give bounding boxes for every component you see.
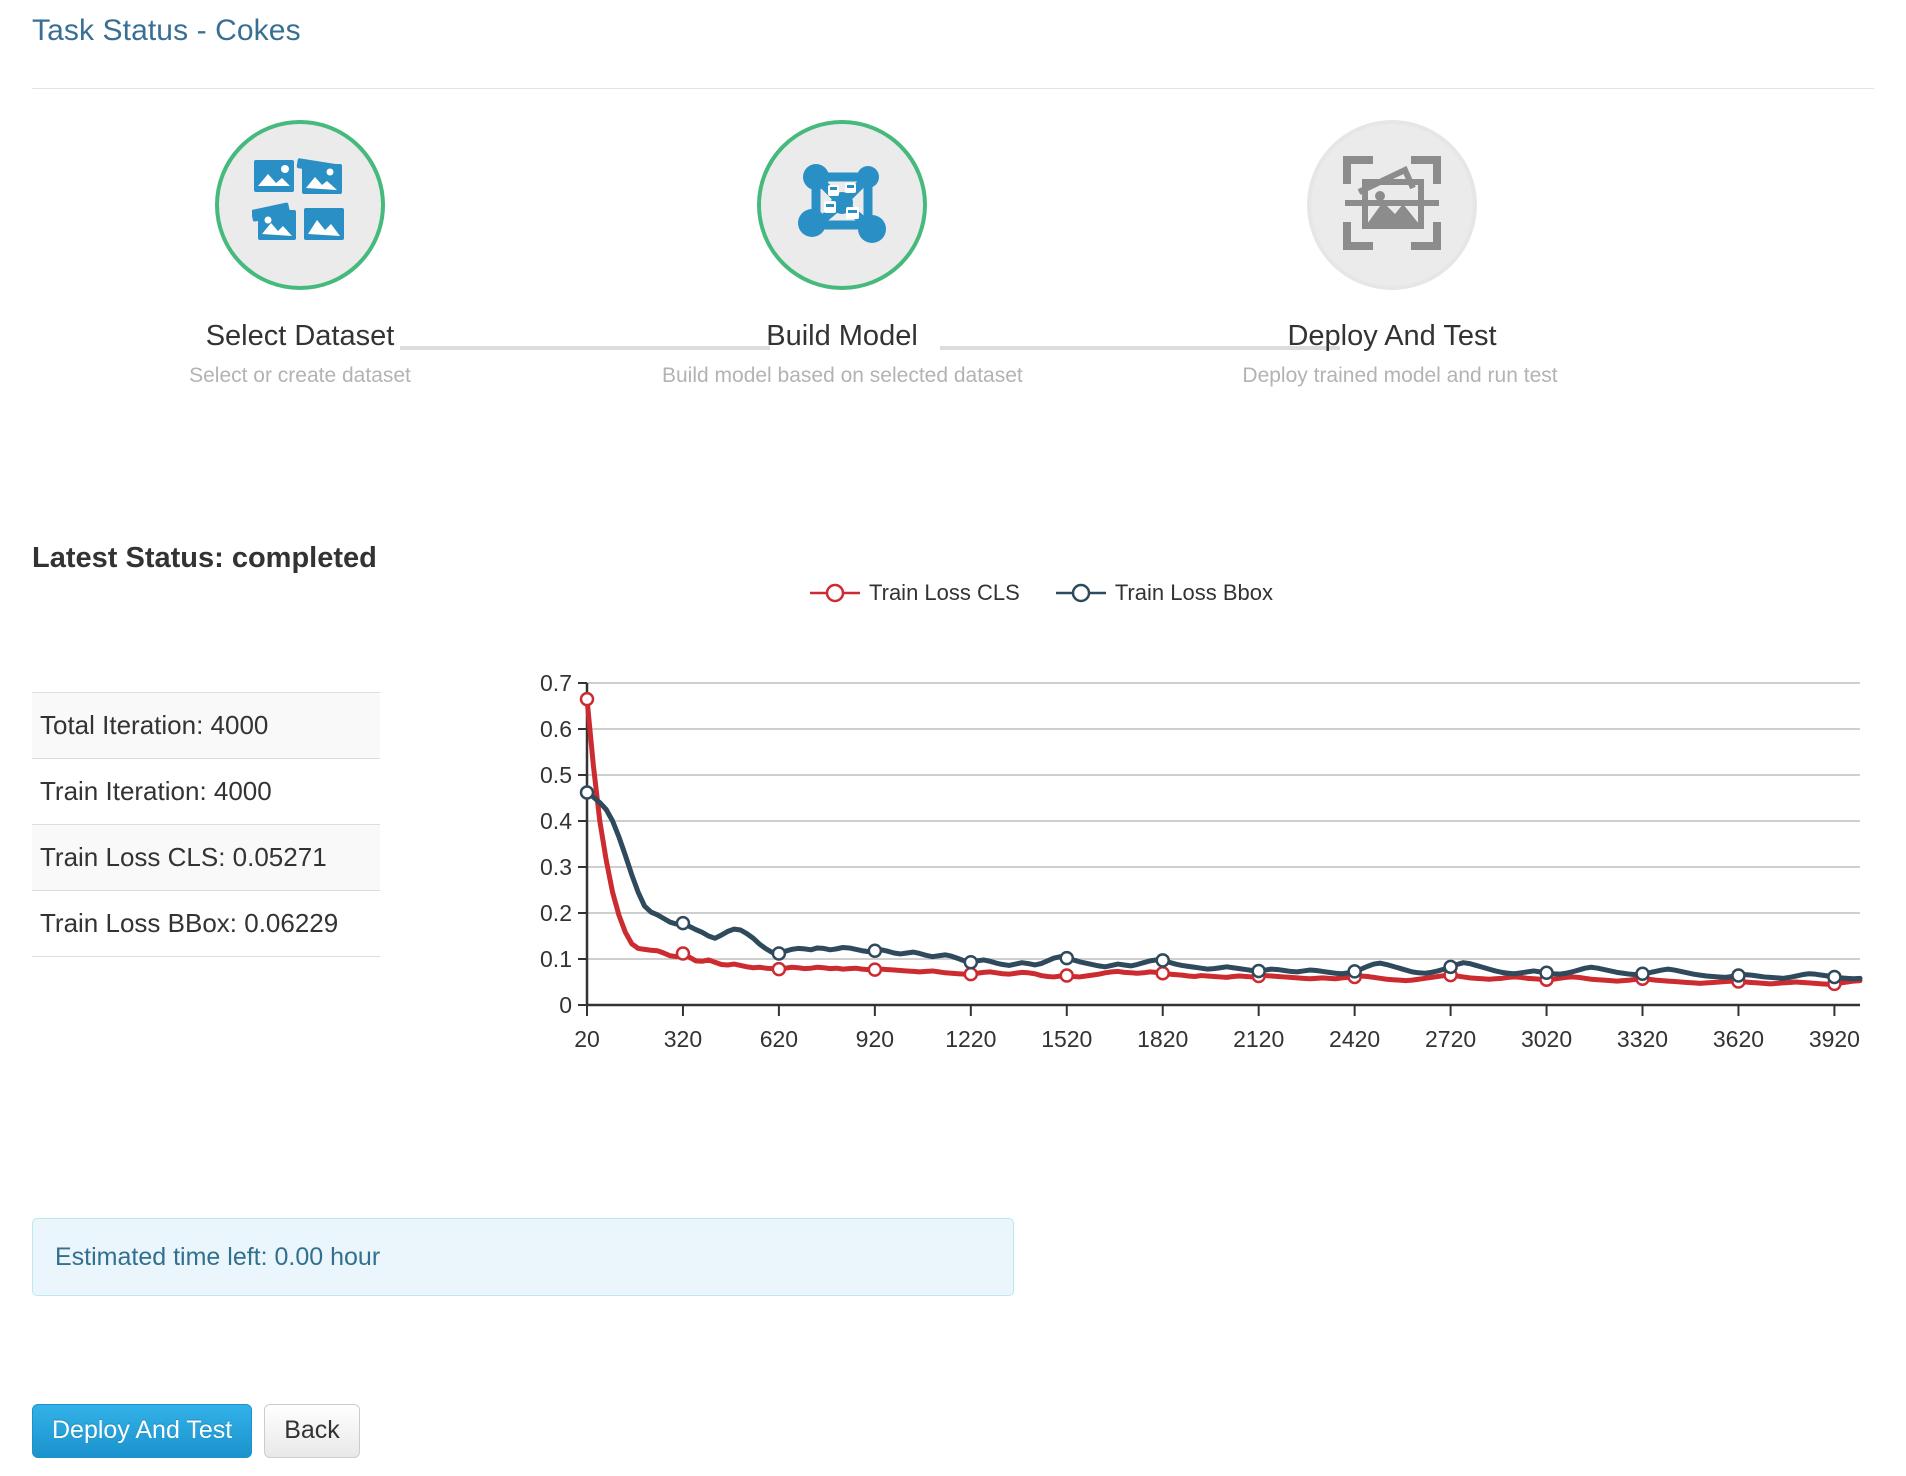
svg-text:0.2: 0.2 (540, 900, 572, 926)
step-3-circle (1307, 120, 1477, 290)
step-3-name: Deploy And Test (1287, 320, 1497, 352)
estimated-time-alert: Estimated time left: 0.00 hour (32, 1218, 1014, 1296)
step-1-circle (215, 120, 385, 290)
svg-text:3320: 3320 (1617, 1026, 1668, 1052)
info-row-train-loss-cls: Train Loss CLS: 0.05271 (32, 823, 380, 891)
legend-label-cls: Train Loss CLS (869, 580, 1020, 605)
step-2-name: Build Model (766, 320, 918, 352)
legend-item-train-loss-bbox[interactable]: Train Loss Bbox (1055, 580, 1273, 606)
title-divider (32, 88, 1874, 89)
step-2-description: Build model based on selected dataset (662, 364, 1023, 387)
svg-text:2420: 2420 (1329, 1026, 1380, 1052)
workflow-stepper: Select Dataset Select or create dataset (0, 120, 1906, 387)
svg-text:0.7: 0.7 (540, 675, 572, 696)
svg-text:0.5: 0.5 (540, 762, 572, 788)
chart-canvas: 0 0.1 0.2 0.3 0.4 0.5 0.6 0.7 20 320 620 920 1220 152… (540, 675, 1863, 1052)
svg-text:0.1: 0.1 (540, 946, 572, 972)
legend-marker-cls (810, 583, 860, 603)
step-deploy-and-test[interactable]: Deploy And Test Deploy trained model and… (1212, 120, 1572, 388)
svg-text:3920: 3920 (1809, 1026, 1860, 1052)
step-1-description: Select or create dataset (189, 364, 411, 387)
step-build-model[interactable]: Build Model Build model based on selecte… (662, 120, 1023, 388)
svg-text:0.6: 0.6 (540, 716, 572, 742)
image-grid-icon (251, 157, 348, 253)
step-select-dataset[interactable]: Select Dataset Select or create dataset (120, 120, 480, 388)
action-buttons: Deploy And Test Back (32, 1404, 360, 1458)
table-row: Train Loss CLS: 0.05271 (32, 823, 380, 891)
estimated-time-text: Estimated time left: 0.00 hour (55, 1242, 381, 1271)
step-1-name: Select Dataset (205, 320, 395, 352)
svg-text:3020: 3020 (1521, 1026, 1572, 1052)
training-info-table: Total Iteration: 4000 Train Iteration: 4… (32, 692, 380, 957)
step-3-description: Deploy trained model and run test (1242, 364, 1558, 387)
latest-status-heading: Latest Status: completed (32, 542, 377, 574)
svg-text:1220: 1220 (945, 1026, 996, 1052)
svg-text:1520: 1520 (1041, 1026, 1092, 1052)
svg-text:2120: 2120 (1233, 1026, 1284, 1052)
svg-text:3620: 3620 (1713, 1026, 1764, 1052)
info-row-total-iteration: Total Iteration: 4000 (32, 692, 380, 759)
svg-text:620: 620 (760, 1026, 798, 1052)
training-loss-chart: Train Loss CLS Train Loss Bbox 0 0.1 0.2 0.… (530, 580, 1890, 1110)
deploy-and-test-button[interactable]: Deploy And Test (32, 1404, 253, 1458)
svg-text:0.4: 0.4 (540, 808, 572, 834)
back-button[interactable]: Back (264, 1404, 360, 1458)
svg-text:20: 20 (574, 1026, 600, 1052)
neural-network-icon (794, 155, 890, 256)
info-row-train-loss-bbox: Train Loss BBox: 0.06229 (32, 889, 380, 957)
info-row-train-iteration: Train Iteration: 4000 (32, 757, 380, 825)
svg-text:2720: 2720 (1425, 1026, 1476, 1052)
task-status-page: Task Status - Cokes Select Dataset Selec… (0, 0, 1906, 1476)
legend-marker-bbox (1055, 583, 1106, 603)
svg-text:0: 0 (559, 992, 572, 1018)
svg-text:0.3: 0.3 (540, 854, 572, 880)
legend-label-bbox: Train Loss Bbox (1114, 580, 1273, 605)
step-2-circle (757, 120, 927, 290)
table-row: Train Loss BBox: 0.06229 (32, 889, 380, 957)
svg-text:1820: 1820 (1137, 1026, 1188, 1052)
table-row: Total Iteration: 4000 (32, 692, 380, 759)
svg-text:920: 920 (856, 1026, 894, 1052)
chart-legend: Train Loss CLS Train Loss Bbox (810, 580, 1330, 606)
page-title: Task Status - Cokes (32, 14, 301, 47)
table-row: Train Iteration: 4000 (32, 757, 380, 825)
legend-item-train-loss-cls[interactable]: Train Loss CLS (810, 580, 1020, 606)
image-scan-icon (1343, 154, 1441, 257)
svg-text:320: 320 (664, 1026, 702, 1052)
